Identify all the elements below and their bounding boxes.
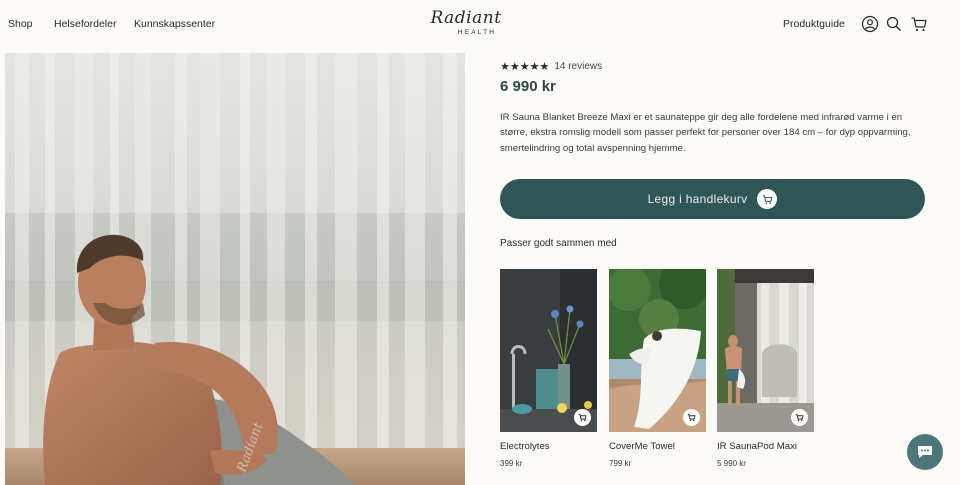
ir-saunapod-image[interactable] [717, 269, 814, 432]
cart-icon [757, 189, 778, 209]
nav-knowledge-center[interactable]: Kunnskapssenter [134, 18, 215, 30]
card-product-name[interactable]: CoverMe Towel [609, 441, 706, 452]
related-product-card[interactable]: CoverMe Towel 799 kr [609, 269, 706, 468]
quick-add-cart-icon[interactable] [683, 409, 700, 426]
logo[interactable]: Radiant HEALTH [426, 9, 506, 43]
product-description: IR Sauna Blanket Breeze Maxi er et sauna… [500, 112, 911, 154]
site-header: Shop Helsefordeler Kunnskapssenter Radia… [0, 0, 960, 52]
quick-add-cart-icon[interactable] [791, 409, 808, 426]
card-product-name[interactable]: Electrolytes [500, 441, 597, 452]
user-circle-icon[interactable] [861, 15, 879, 33]
product-price: 6 990 kr [500, 78, 556, 95]
related-product-card[interactable]: Electrolytes 399 kr [500, 269, 597, 468]
card-product-name[interactable]: IR SaunaPod Maxi [717, 441, 814, 452]
chat-bubble-icon [918, 446, 932, 458]
product-hero-image[interactable]: Radiant [5, 53, 465, 485]
card-product-price: 5 990 kr [717, 459, 746, 468]
logo-script: Radiant [430, 8, 502, 28]
reviews-count[interactable]: 14 reviews [554, 61, 602, 72]
add-to-cart-button[interactable]: Legg i handlekurv [500, 179, 925, 219]
add-to-cart-label: Legg i handlekurv [647, 192, 748, 206]
rating-stars: ★★★★★ [500, 61, 550, 73]
coverme-towel-image[interactable] [609, 269, 706, 432]
pairs-well-heading: Passer godt sammen med [500, 238, 617, 249]
nav-health-benefits[interactable]: Helsefordeler [54, 18, 116, 30]
rating-row[interactable]: ★★★★★ 14 reviews [500, 60, 602, 73]
card-product-price: 399 kr [500, 459, 523, 468]
nav-product-guide[interactable]: Produktguide [783, 18, 845, 30]
related-product-card[interactable]: IR SaunaPod Maxi 5 990 kr [717, 269, 814, 468]
cart-icon[interactable] [910, 15, 928, 33]
quick-add-cart-icon[interactable] [574, 409, 591, 426]
nav-shop[interactable]: Shop [8, 18, 33, 30]
search-icon[interactable] [885, 15, 903, 33]
electrolytes-image[interactable] [500, 269, 597, 432]
card-product-price: 799 kr [609, 459, 632, 468]
logo-subtitle: HEALTH [457, 29, 497, 36]
chat-button[interactable] [907, 434, 943, 470]
